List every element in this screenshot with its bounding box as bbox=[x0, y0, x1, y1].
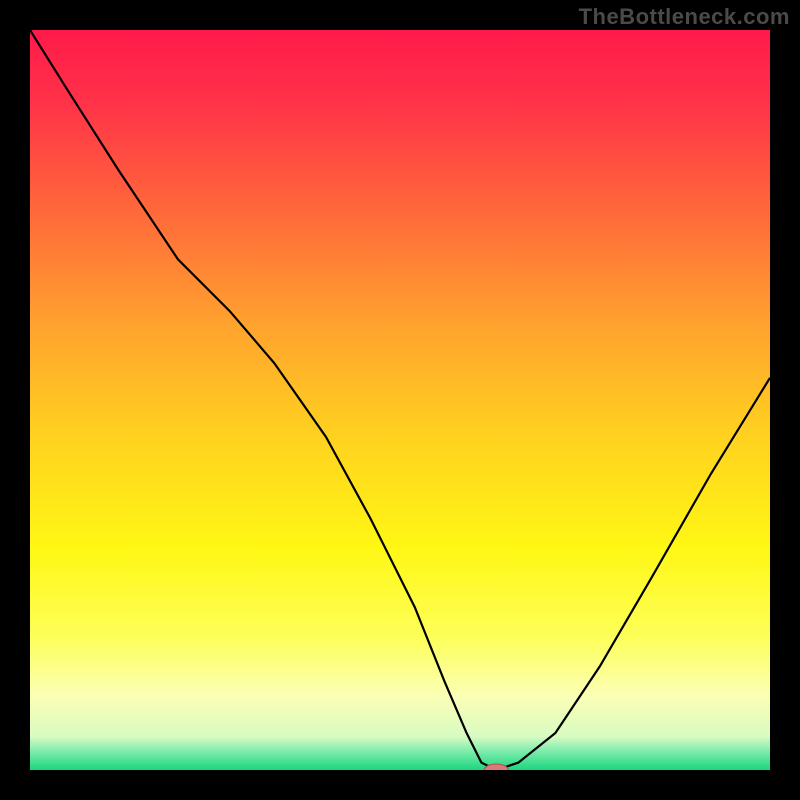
chart-frame: TheBottleneck.com bbox=[0, 0, 800, 800]
watermark-text: TheBottleneck.com bbox=[579, 4, 790, 30]
gradient-background bbox=[30, 30, 770, 770]
plot-area bbox=[30, 30, 770, 770]
chart-svg bbox=[30, 30, 770, 770]
